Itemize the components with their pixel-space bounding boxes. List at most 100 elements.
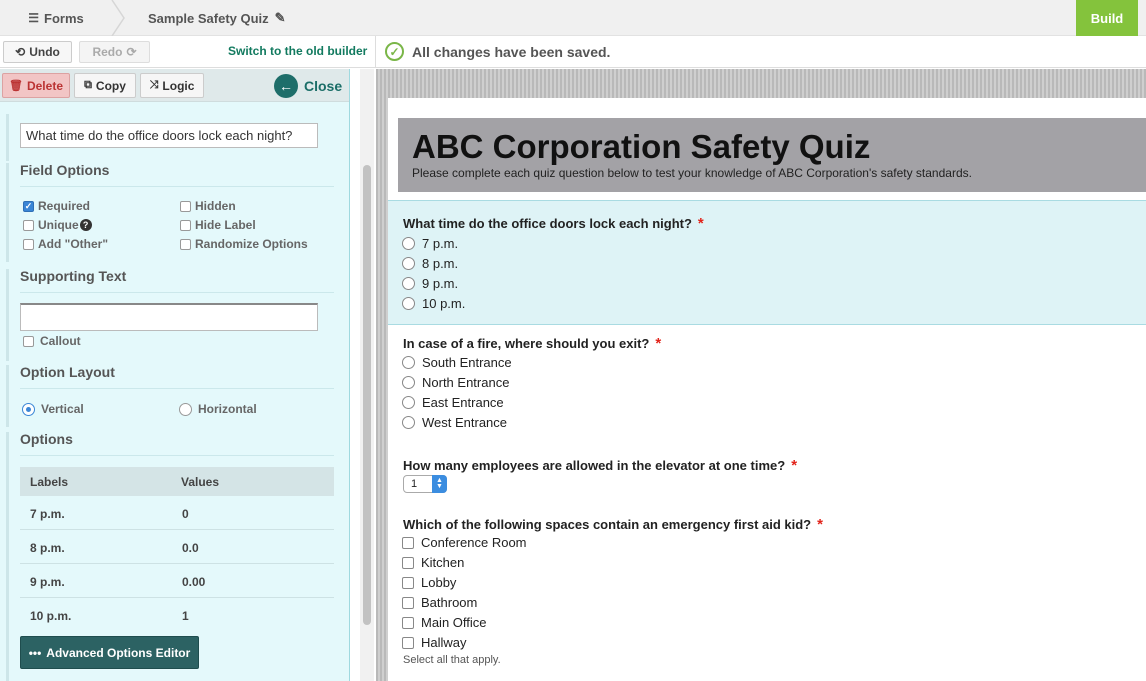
question-block[interactable]: Which of the following spaces contain an… (388, 507, 1146, 677)
callout-checkbox[interactable]: Callout (23, 334, 81, 348)
unique-checkbox[interactable]: Unique ? (23, 218, 92, 232)
advanced-options-editor-button[interactable]: ••• Advanced Options Editor (20, 636, 199, 669)
divider (375, 36, 376, 68)
question-title: How many employees are allowed in the el… (403, 457, 797, 474)
hide-label-label: Hide Label (195, 218, 256, 232)
options-table-header: Labels Values (20, 467, 334, 496)
breadcrumb-forms[interactable]: ☰ Forms (0, 0, 112, 36)
answer-label: West Entrance (422, 415, 508, 430)
redo-button[interactable]: Redo ⟳ (79, 41, 150, 63)
answer-option[interactable]: Main Office (402, 615, 487, 630)
radio-icon (402, 297, 415, 310)
answer-label: East Entrance (422, 395, 504, 410)
checkbox-icon (402, 576, 414, 589)
unique-label: Unique (38, 218, 79, 232)
answer-option[interactable]: 7 p.m. (402, 236, 458, 251)
delete-label: Delete (26, 78, 63, 93)
option-row[interactable]: 8 p.m. 0.0 (20, 530, 334, 564)
option-row[interactable]: 9 p.m. 0.00 (20, 564, 334, 598)
section-bar (6, 163, 9, 262)
layout-vertical-label: Vertical (41, 402, 84, 416)
answer-option[interactable]: Hallway (402, 635, 467, 650)
section-bar (6, 365, 9, 427)
undo-button[interactable]: ⟲ Undo (3, 41, 72, 63)
divider (20, 292, 334, 293)
supporting-text-heading: Supporting Text (20, 268, 127, 284)
answer-label: South Entrance (422, 355, 512, 370)
required-checkbox[interactable]: ✓ Required (23, 199, 90, 213)
panel-scrollbar-thumb[interactable] (363, 165, 371, 625)
hidden-label: Hidden (195, 199, 236, 213)
layout-vertical-radio[interactable]: Vertical (22, 402, 84, 416)
hide-label-checkbox[interactable]: Hide Label (180, 218, 256, 232)
advanced-options-label: Advanced Options Editor (46, 645, 191, 660)
answer-option[interactable]: Kitchen (402, 555, 464, 570)
answer-label: Hallway (421, 635, 467, 650)
randomize-options-checkbox[interactable]: Randomize Options (180, 237, 308, 251)
answer-option[interactable]: Bathroom (402, 595, 477, 610)
undo-label: Undo (29, 45, 60, 59)
divider (20, 186, 334, 187)
radio-icon (179, 402, 192, 416)
logic-button[interactable]: ⤨ Logic (140, 73, 204, 98)
option-row[interactable]: 7 p.m. 0 (20, 496, 334, 530)
option-row[interactable]: 10 p.m. 1 (20, 598, 334, 632)
answer-option[interactable]: Lobby (402, 575, 456, 590)
answer-option[interactable]: Conference Room (402, 535, 527, 550)
option-label: 7 p.m. (30, 507, 65, 521)
pencil-icon[interactable]: ✎ (275, 10, 286, 26)
supporting-text-input[interactable] (20, 303, 318, 331)
checkbox-checked-icon: ✓ (23, 200, 34, 212)
ellipsis-icon: ••• (28, 645, 42, 660)
option-value: 0.00 (182, 575, 206, 589)
layout-horizontal-radio[interactable]: Horizontal (179, 402, 257, 416)
close-button[interactable]: ← Close (274, 74, 342, 98)
switch-old-builder-link[interactable]: Switch to the old builder (228, 44, 367, 58)
logic-label: Logic (162, 78, 195, 93)
question-title: What time do the office doors lock each … (403, 215, 704, 232)
hidden-checkbox[interactable]: Hidden (180, 199, 236, 213)
help-icon[interactable]: ? (79, 219, 92, 231)
field-label-input[interactable]: What time do the office doors lock each … (20, 123, 318, 148)
answer-option[interactable]: South Entrance (402, 355, 512, 370)
answer-option[interactable]: East Entrance (402, 395, 504, 410)
checkbox-icon (402, 596, 414, 609)
form-header[interactable]: ABC Corporation Safety Quiz Please compl… (398, 118, 1146, 192)
arrow-left-icon: ← (274, 74, 298, 98)
answer-label: Main Office (421, 615, 487, 630)
trash-icon: 🗑 (9, 80, 23, 92)
delete-button[interactable]: 🗑 Delete (2, 73, 70, 98)
save-status: ✓ All changes have been saved. (385, 42, 610, 61)
question-text: In case of a fire, where should you exit… (403, 336, 650, 351)
checkbox-icon (23, 219, 34, 231)
breadcrumb-form-name[interactable]: Sample Safety Quiz ✎ (148, 0, 286, 36)
radio-icon (402, 356, 415, 369)
redo-label: Redo (92, 45, 123, 59)
labels-column-header: Labels (30, 475, 69, 489)
list-icon: ☰ (28, 11, 40, 25)
answer-option[interactable]: 8 p.m. (402, 256, 458, 271)
checkbox-icon (402, 556, 414, 569)
answer-option[interactable]: 10 p.m. (402, 296, 465, 311)
copy-button[interactable]: ⧉ Copy (74, 73, 136, 98)
question-block[interactable]: In case of a fire, where should you exit… (388, 326, 1146, 436)
employee-count-select[interactable]: 1 ▲ ▼ (403, 475, 447, 493)
radio-icon (402, 257, 415, 270)
answer-option[interactable]: 9 p.m. (402, 276, 458, 291)
question-block[interactable]: How many employees are allowed in the el… (388, 448, 1146, 498)
required-label: Required (38, 199, 91, 213)
option-label: 8 p.m. (30, 541, 65, 555)
option-label: 10 p.m. (30, 609, 72, 623)
add-other-checkbox[interactable]: Add "Other" (23, 237, 108, 251)
answer-option[interactable]: West Entrance (402, 415, 507, 430)
breadcrumb-forms-label: Forms (44, 10, 84, 26)
divider (20, 388, 334, 389)
answer-label: Lobby (421, 575, 457, 590)
close-label: Close (304, 78, 343, 94)
checkbox-icon (180, 200, 191, 212)
answer-label: 9 p.m. (422, 276, 459, 291)
selected-value: 1 (411, 478, 418, 490)
question-block-selected[interactable]: What time do the office doors lock each … (388, 200, 1146, 325)
build-button[interactable]: Build (1076, 0, 1138, 36)
answer-option[interactable]: North Entrance (402, 375, 509, 390)
